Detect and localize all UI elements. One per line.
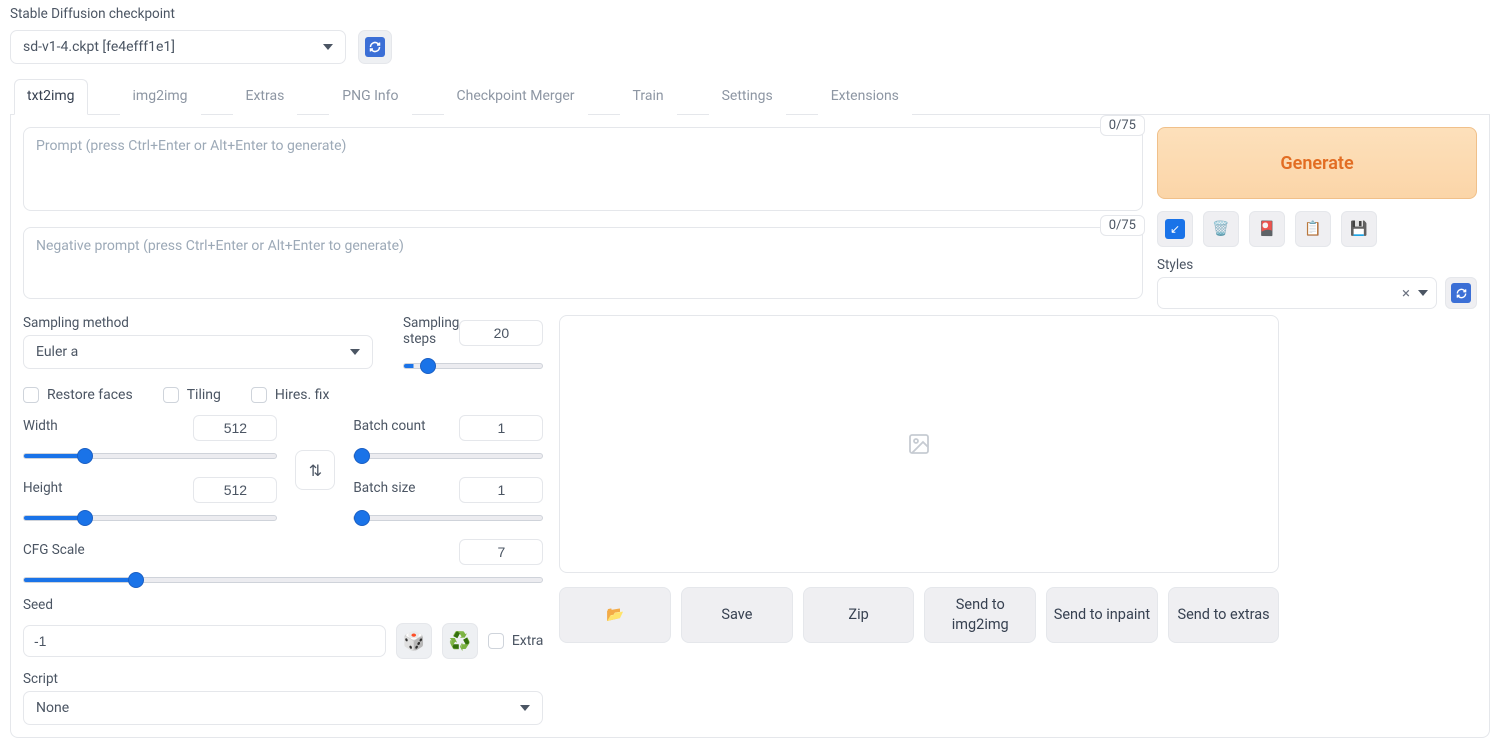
recycle-icon: ♻️ [449, 631, 471, 652]
send-to-inpaint-button[interactable]: Send to inpaint [1046, 587, 1158, 643]
send-to-img2img-button[interactable]: Send to img2img [924, 587, 1036, 643]
prompt-token-counter: 0/75 [1100, 115, 1145, 136]
prompt-input[interactable] [23, 127, 1143, 211]
checkpoint-value: sd-v1-4.ckpt [fe4efff1e1] [23, 39, 175, 55]
batch-count-label: Batch count [353, 418, 425, 434]
art-icon: 🎴 [1258, 221, 1275, 237]
negative-prompt-token-counter: 0/75 [1100, 215, 1145, 236]
interrogate-button[interactable]: ↙ [1157, 211, 1193, 247]
seed-label: Seed [23, 597, 543, 613]
checkpoint-select[interactable]: sd-v1-4.ckpt [fe4efff1e1] [10, 30, 346, 64]
height-slider[interactable] [23, 515, 277, 521]
swap-dimensions-button[interactable]: ⇅ [295, 450, 335, 490]
width-value[interactable] [193, 415, 277, 441]
cfg-scale-value[interactable] [459, 539, 543, 565]
chevron-down-icon [520, 705, 530, 711]
reuse-seed-button[interactable]: ♻️ [442, 623, 478, 659]
script-select[interactable]: None [23, 691, 543, 725]
sampling-steps-value[interactable] [459, 320, 543, 346]
restore-faces-checkbox[interactable]: Restore faces [23, 387, 133, 403]
random-seed-button[interactable]: 🎲 [396, 623, 432, 659]
sampling-method-select[interactable]: Euler a [23, 335, 373, 369]
clear-styles-icon[interactable]: × [1402, 284, 1410, 302]
tab-train[interactable]: Train [620, 79, 677, 115]
folder-icon: 📂 [606, 605, 624, 625]
batch-size-value[interactable] [459, 477, 543, 503]
sampling-method-value: Euler a [36, 344, 78, 360]
clipboard-button[interactable]: 📋 [1295, 211, 1331, 247]
tab-pnginfo[interactable]: PNG Info [329, 79, 411, 115]
clear-button[interactable]: 🗑️ [1203, 211, 1239, 247]
arrow-icon: ↙ [1165, 219, 1185, 239]
width-slider[interactable] [23, 453, 277, 459]
tiling-checkbox[interactable]: Tiling [163, 387, 221, 403]
script-value: None [36, 700, 69, 716]
chevron-down-icon [323, 44, 333, 50]
dice-icon: 🎲 [403, 631, 425, 652]
chevron-down-icon [1418, 290, 1428, 296]
height-value[interactable] [193, 477, 277, 503]
seed-input[interactable] [23, 625, 386, 657]
tab-checkpoint-merger[interactable]: Checkpoint Merger [444, 79, 588, 115]
trash-icon: 🗑️ [1212, 221, 1229, 237]
seed-extra-checkbox[interactable]: Extra [488, 633, 544, 649]
batch-count-value[interactable] [459, 415, 543, 441]
tab-settings[interactable]: Settings [709, 79, 786, 115]
sampling-steps-label: Sampling steps [403, 315, 459, 347]
save-style-button[interactable]: 💾 [1341, 211, 1377, 247]
open-folder-button[interactable]: 📂 [559, 587, 671, 643]
batch-count-slider[interactable] [353, 453, 543, 459]
batch-size-slider[interactable] [353, 515, 543, 521]
styles-label: Styles [1157, 257, 1477, 273]
cfg-scale-slider[interactable] [23, 577, 543, 583]
refresh-icon [1451, 283, 1471, 303]
zip-button[interactable]: Zip [803, 587, 915, 643]
script-label: Script [23, 671, 543, 687]
height-label: Height [23, 480, 63, 496]
batch-size-label: Batch size [353, 480, 415, 496]
hires-fix-checkbox[interactable]: Hires. fix [251, 387, 330, 403]
chevron-down-icon [350, 349, 360, 355]
cfg-scale-label: CFG Scale [23, 542, 85, 558]
save-button[interactable]: Save [681, 587, 793, 643]
image-placeholder-icon [907, 432, 931, 456]
refresh-checkpoint-button[interactable] [358, 30, 392, 64]
tab-extensions[interactable]: Extensions [818, 79, 912, 115]
tab-img2img[interactable]: img2img [120, 79, 201, 115]
generate-button[interactable]: Generate [1157, 127, 1477, 199]
negative-prompt-input[interactable] [23, 227, 1143, 299]
refresh-icon [365, 37, 385, 57]
checkpoint-label: Stable Diffusion checkpoint [10, 6, 346, 22]
width-label: Width [23, 418, 58, 434]
styles-select[interactable]: × [1157, 277, 1437, 309]
main-tabs: txt2img img2img Extras PNG Info Checkpoi… [10, 78, 1490, 115]
sampling-steps-slider[interactable] [403, 363, 543, 369]
apply-styles-button[interactable] [1445, 277, 1477, 309]
extra-networks-button[interactable]: 🎴 [1249, 211, 1285, 247]
floppy-icon: 💾 [1350, 221, 1367, 237]
clipboard-icon: 📋 [1304, 221, 1321, 237]
tab-extras[interactable]: Extras [233, 79, 298, 115]
tab-txt2img[interactable]: txt2img [14, 79, 88, 115]
sampling-method-label: Sampling method [23, 315, 373, 331]
